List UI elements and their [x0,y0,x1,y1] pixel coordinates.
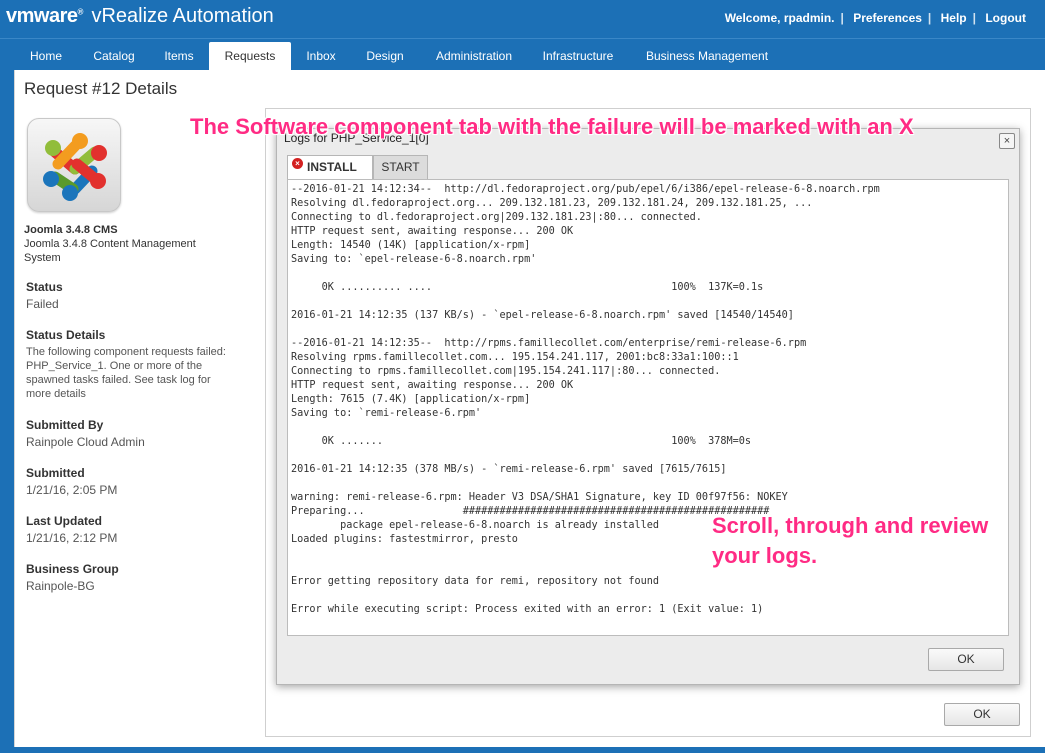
ok-button[interactable]: OK [944,703,1020,726]
tab-items[interactable]: Items [154,42,204,71]
left-frame [0,70,14,753]
last-updated-value: 1/21/16, 2:12 PM [26,531,118,545]
tab-home[interactable]: Home [18,42,74,71]
logout-link[interactable]: Logout [979,11,1032,25]
user-links: Welcome, rpadmin. | Preferences | Help | Lo… [719,11,1032,25]
status-details-value: The following component requests failed:… [26,346,226,400]
product-name: vRealize Automation [91,5,274,27]
page-title: Request #12 Details [24,79,178,98]
top-header: vmware® vRealize Automation Welcome, rpa… [0,0,1045,38]
tab-install-label: INSTALL [307,160,357,174]
tab-catalog[interactable]: Catalog [84,42,144,71]
status-details-label: Status Details [26,328,106,342]
last-updated-label: Last Updated [26,514,103,528]
annotation-scroll-line2: your logs. [712,543,818,568]
submitted-value: 1/21/16, 2:05 PM [26,483,118,497]
business-group-value: Rainpole-BG [26,579,95,593]
bottom-frame [0,747,1045,753]
welcome-text: Welcome, rpadmin. [724,11,835,25]
tab-administration[interactable]: Administration [425,42,523,71]
annotation-scroll-line1: Scroll, through and review [712,513,989,538]
submitted-label: Submitted [26,466,85,480]
annotation-scroll-note: Scroll, through and review your logs. [712,511,988,571]
help-link[interactable]: Help [935,11,973,25]
tab-start[interactable]: START [373,155,428,179]
tab-install[interactable]: × INSTALL [287,155,373,180]
tab-inbox[interactable]: Inbox [297,42,345,71]
tab-requests[interactable]: Requests [209,42,291,71]
close-icon[interactable]: × [999,133,1015,149]
business-group-label: Business Group [26,562,119,576]
joomla-logo-icon [27,118,121,212]
item-description: Joomla 3.4.8 Content Management System [24,238,196,264]
error-x-icon: × [292,158,303,169]
submitted-by-value: Rainpole Cloud Admin [26,435,145,449]
annotation-tab-note: The Software component tab with the fail… [190,114,914,139]
submitted-by-label: Submitted By [26,418,104,432]
vmware-logo: vmware® vRealize Automation [6,5,274,27]
main-nav: Home Catalog Items Requests Inbox Design… [0,38,1045,71]
tab-design[interactable]: Design [357,42,413,71]
status-value: Failed [26,297,59,311]
status-label: Status [26,280,63,294]
item-name: Joomla 3.4.8 CMS [24,224,118,236]
tab-infrastructure[interactable]: Infrastructure [533,42,623,71]
tab-business-management[interactable]: Business Management [636,42,778,71]
preferences-link[interactable]: Preferences [847,11,928,25]
dialog-ok-button[interactable]: OK [928,648,1004,671]
